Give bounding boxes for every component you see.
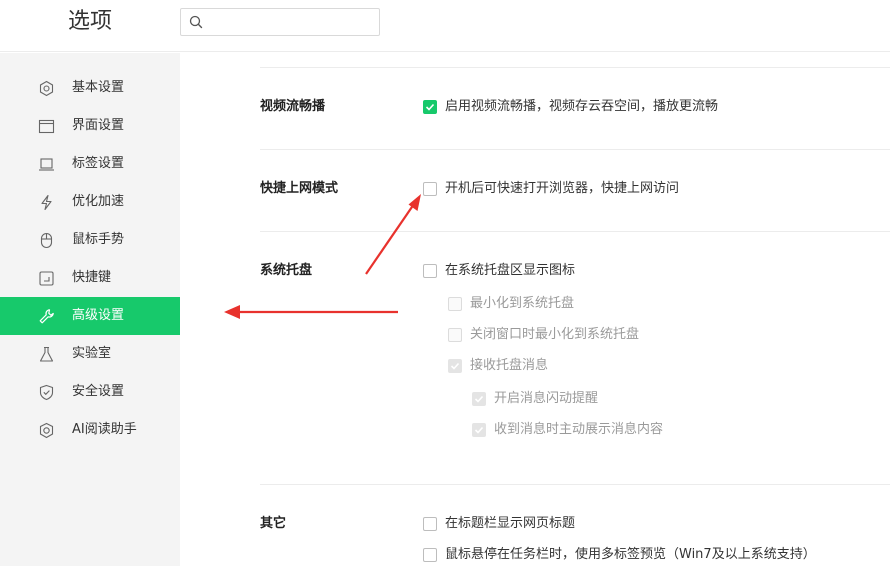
sidebar-item-label: 安全设置 bbox=[72, 384, 125, 399]
lightning-icon bbox=[38, 194, 55, 211]
divider bbox=[260, 231, 890, 232]
checkbox-label: 启用视频流畅播，视频存云吞空间，播放更流畅 bbox=[445, 99, 719, 114]
checkbox-box[interactable] bbox=[423, 264, 437, 278]
sidebar-item-lab[interactable]: 实验室 bbox=[0, 335, 180, 373]
sidebar-item-label: 实验室 bbox=[72, 346, 112, 361]
sidebar-item-security-settings[interactable]: 安全设置 bbox=[0, 373, 180, 411]
checkbox-label: 在系统托盘区显示图标 bbox=[445, 263, 576, 278]
sidebar-item-optimize[interactable]: 优化加速 bbox=[0, 183, 180, 221]
checkbox-box[interactable] bbox=[423, 182, 437, 196]
checkbox-box[interactable] bbox=[423, 548, 437, 562]
sidebar-item-label: 快捷键 bbox=[72, 270, 112, 285]
section-title-quick-mode: 快捷上网模式 bbox=[260, 181, 339, 196]
sidebar-item-label: 优化加速 bbox=[72, 194, 125, 209]
sidebar-item-label: 标签设置 bbox=[72, 156, 125, 171]
section-title-other: 其它 bbox=[260, 516, 287, 531]
tab-icon bbox=[38, 156, 55, 173]
checkbox-box[interactable] bbox=[423, 517, 437, 531]
sidebar-item-label: AI阅读助手 bbox=[72, 422, 137, 437]
shield-icon bbox=[38, 384, 55, 401]
sidebar-item-advanced-settings[interactable]: 高级设置 bbox=[0, 297, 180, 335]
checkbox-label: 开启消息闪动提醒 bbox=[494, 391, 599, 406]
checkbox-label: 开机后可快速打开浏览器，快捷上网访问 bbox=[445, 181, 680, 196]
section-title-video: 视频流畅播 bbox=[260, 99, 326, 114]
divider bbox=[260, 149, 890, 150]
sidebar-item-label: 基本设置 bbox=[72, 80, 125, 95]
ai-assistant-icon bbox=[38, 422, 55, 439]
checkbox-label: 收到消息时主动展示消息内容 bbox=[494, 422, 664, 437]
checkbox-box[interactable] bbox=[448, 328, 462, 342]
checkbox-box[interactable] bbox=[448, 297, 462, 311]
sidebar-item-label: 高级设置 bbox=[72, 308, 125, 323]
settings-content: 视频流畅播 启用视频流畅播，视频存云吞空间，播放更流畅 快捷上网模式 开机后可快… bbox=[180, 53, 890, 566]
sidebar-item-label: 鼠标手势 bbox=[72, 232, 125, 247]
divider bbox=[260, 484, 890, 485]
keyboard-icon bbox=[38, 270, 55, 287]
checkbox-box[interactable] bbox=[472, 423, 486, 437]
page-title: 选项 bbox=[68, 9, 113, 34]
sidebar-item-mouse-gesture[interactable]: 鼠标手势 bbox=[0, 221, 180, 259]
mouse-icon bbox=[38, 232, 55, 249]
sidebar-item-shortcut-keys[interactable]: 快捷键 bbox=[0, 259, 180, 297]
sidebar: 基本设置 界面设置 标签设置 优化加速 鼠标手势 快捷键 高级设置 实验室 安全… bbox=[0, 53, 180, 566]
wrench-icon bbox=[38, 308, 55, 325]
checkbox-box[interactable] bbox=[472, 392, 486, 406]
checkbox-label: 关闭窗口时最小化到系统托盘 bbox=[470, 327, 640, 342]
sidebar-item-interface-settings[interactable]: 界面设置 bbox=[0, 107, 180, 145]
sidebar-item-ai-reading[interactable]: AI阅读助手 bbox=[0, 411, 180, 449]
checkbox-label: 鼠标悬停在任务栏时，使用多标签预览（Win7及以上系统支持） bbox=[445, 547, 816, 562]
checkbox-label: 在标题栏显示网页标题 bbox=[445, 516, 576, 531]
divider bbox=[260, 67, 890, 68]
window-icon bbox=[38, 118, 55, 135]
sidebar-item-tab-settings[interactable]: 标签设置 bbox=[0, 145, 180, 183]
section-title-system-tray: 系统托盘 bbox=[260, 263, 313, 278]
checkbox-label: 接收托盘消息 bbox=[470, 358, 549, 373]
search-icon bbox=[189, 15, 203, 29]
sidebar-item-label: 界面设置 bbox=[72, 118, 125, 133]
search-box[interactable] bbox=[180, 8, 380, 36]
flask-icon bbox=[38, 346, 55, 363]
checkbox-label: 最小化到系统托盘 bbox=[470, 296, 575, 311]
search-input[interactable] bbox=[207, 11, 375, 33]
header: 选项 bbox=[0, 0, 890, 52]
sidebar-item-basic-settings[interactable]: 基本设置 bbox=[0, 69, 180, 107]
checkbox-box[interactable] bbox=[423, 100, 437, 114]
gear-icon bbox=[38, 80, 55, 97]
checkbox-box[interactable] bbox=[448, 359, 462, 373]
